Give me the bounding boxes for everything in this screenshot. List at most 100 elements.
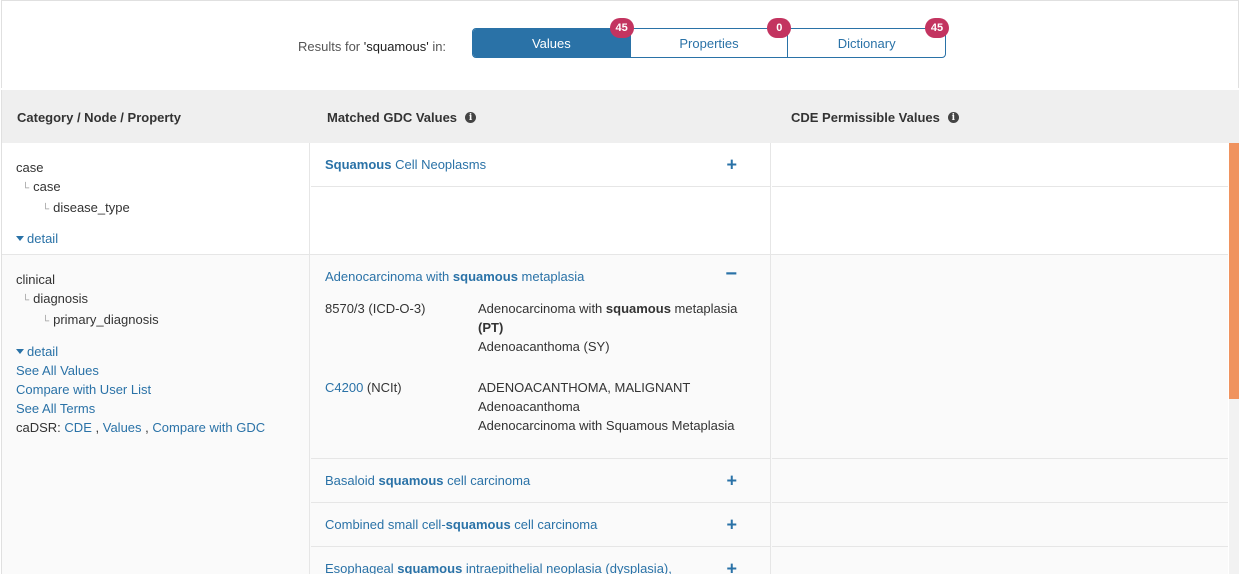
category-cell: clinical └ diagnosis └ primary_diagnosis d… <box>2 255 310 574</box>
separator: , <box>145 420 149 435</box>
match-highlight: squamous <box>378 473 444 488</box>
collapse-icon[interactable]: − <box>725 263 737 286</box>
results-header: Results for 'squamous' in: Values 45 Pro… <box>1 0 1239 88</box>
cadsr-label: caDSR: <box>16 420 61 435</box>
matched-value-text: Esophageal squamous intraepithelial neop… <box>325 561 672 574</box>
match-highlight: Squamous <box>325 157 392 172</box>
column-header-matched-values-label: Matched GDC Values <box>327 110 458 125</box>
cadsr-links: caDSR: CDE , Values , Compare with GDC <box>16 418 295 437</box>
category-name: case <box>16 160 44 175</box>
tab-dictionary[interactable]: Dictionary 45 <box>788 18 950 57</box>
synonym-terms: ADENOACANTHOMA, MALIGNANT Adenoacanthoma… <box>478 378 758 435</box>
table-row: case └ case └ disease_type detail Squamous… <box>2 143 1228 255</box>
matched-values-cell: Squamous Cell Neoplasms + <box>311 143 771 254</box>
category-name: clinical <box>16 272 56 287</box>
matched-value-text: Squamous Cell Neoplasms <box>325 157 486 172</box>
category-cell: case └ case └ disease_type detail <box>2 143 310 254</box>
matched-value-item[interactable]: Esophageal squamous intraepithelial neop… <box>311 547 770 574</box>
synonym-code: 8570/3 (ICD-O-3) <box>325 301 426 316</box>
property-label: primary_diagnosis <box>53 312 159 327</box>
tab-dictionary-label: Dictionary <box>837 35 896 51</box>
compare-gdc-link[interactable]: Compare with GDC <box>152 420 265 435</box>
matched-value-text[interactable]: Adenocarcinoma with squamous metaplasia <box>325 269 584 284</box>
term-post: metaplasia <box>670 301 738 316</box>
match-pre: Combined small cell- <box>325 517 446 532</box>
tab-properties[interactable]: Properties 0 <box>631 18 792 57</box>
synonym-code: C4200 (NCIt) <box>325 378 402 397</box>
match-post: intraepithelial neoplasia (dysplasia), <box>462 561 672 574</box>
values-link[interactable]: Values <box>103 420 142 435</box>
tab-values[interactable]: Values 45 <box>473 18 634 57</box>
match-pre: Adenocarcinoma with <box>325 269 453 284</box>
see-all-terms-link[interactable]: See All Terms <box>16 399 295 418</box>
results-table: Category / Node / Property Matched GDC V… <box>1 90 1239 574</box>
synonym-term: Adenocarcinoma with Squamous Metaplasia <box>478 418 735 433</box>
matched-value-item[interactable]: Combined small cell-squamous cell carcin… <box>311 503 770 547</box>
ncit-code-link[interactable]: C4200 <box>325 380 363 395</box>
property-label: disease_type <box>53 200 130 215</box>
column-header-cde-values-label: CDE Permissible Values <box>791 110 940 125</box>
expand-icon[interactable]: + <box>726 558 737 574</box>
compare-user-list-link[interactable]: Compare with User List <box>16 380 295 399</box>
matched-value-item[interactable]: Squamous Cell Neoplasms + <box>311 143 770 187</box>
expand-icon[interactable]: + <box>726 154 737 175</box>
results-suffix: in: <box>428 39 447 54</box>
node-name: └ diagnosis <box>22 291 89 306</box>
match-pre: Esophageal <box>325 561 398 574</box>
results-prefix: Results for <box>298 39 364 54</box>
separator: , <box>95 420 100 435</box>
scrollbar[interactable] <box>1229 143 1239 574</box>
match-highlight: squamous <box>397 561 463 574</box>
detail-label: detail <box>27 231 59 246</box>
tab-dictionary-count-badge: 45 <box>925 18 950 38</box>
expand-icon[interactable]: + <box>726 470 737 491</box>
column-header-cde-values: CDE Permissible Values i <box>791 110 959 125</box>
node-label: case <box>33 179 61 194</box>
matched-value-text: Basaloid squamous cell carcinoma <box>325 473 530 488</box>
tab-values-label: Values <box>531 35 571 51</box>
synonym-term: Adenocarcinoma with squamous metaplasia <box>478 299 758 318</box>
code-source: (NCIt) <box>363 380 402 395</box>
info-icon[interactable]: i <box>465 112 477 123</box>
node-label: diagnosis <box>33 291 89 306</box>
matched-value-expanded: Adenocarcinoma with squamous metaplasia … <box>311 255 770 459</box>
synonym-term: ADENOACANTHOMA, MALIGNANT <box>478 380 691 395</box>
match-post: metaplasia <box>517 269 585 284</box>
table-row: clinical └ diagnosis └ primary_diagnosis d… <box>2 255 1228 574</box>
matched-values-cell: Adenocarcinoma with squamous metaplasia … <box>311 255 771 574</box>
detail-label: detail <box>27 344 59 359</box>
property-name: └ disease_type <box>42 200 130 215</box>
property-name: └ primary_diagnosis <box>42 312 159 327</box>
expand-icon[interactable]: + <box>726 514 737 535</box>
cde-values-cell <box>772 143 1228 254</box>
matched-value-text: Combined small cell-squamous cell carcin… <box>325 517 597 532</box>
column-header-category: Category / Node / Property <box>17 110 181 125</box>
matched-value-item[interactable]: Basaloid squamous cell carcinoma + <box>311 459 770 503</box>
term-type-tag: (PT) <box>478 320 504 335</box>
detail-toggle[interactable]: detail <box>16 229 295 248</box>
term-pre: Adenocarcinoma with <box>478 301 606 316</box>
cde-value-item <box>772 503 1228 547</box>
cde-link[interactable]: CDE <box>64 420 91 435</box>
column-header-category-label: Category / Node / Property <box>17 110 181 125</box>
info-icon[interactable]: i <box>947 112 959 123</box>
match-highlight: squamous <box>452 269 518 284</box>
match-post: cell carcinoma <box>443 473 531 488</box>
column-header-matched-values: Matched GDC Values i <box>327 110 477 125</box>
synonym-term: Adenoacanthoma <box>478 399 580 414</box>
match-highlight: squamous <box>445 517 511 532</box>
cde-value-item <box>772 143 1228 187</box>
node-name: └ case <box>22 179 61 194</box>
search-term: 'squamous' <box>363 39 429 54</box>
see-all-values-link[interactable]: See All Values <box>16 361 295 380</box>
match-post: Cell Neoplasms <box>391 157 487 172</box>
caret-down-icon <box>16 349 24 355</box>
cde-value-item <box>772 459 1228 503</box>
match-post: cell carcinoma <box>510 517 598 532</box>
detail-toggle[interactable]: detail <box>16 342 295 361</box>
term-highlight: squamous <box>605 301 671 316</box>
synonym-terms: Adenocarcinoma with squamous metaplasia … <box>478 299 758 356</box>
scrollbar-thumb[interactable] <box>1229 143 1239 399</box>
synonym-term: Adenoacanthoma (SY) <box>478 339 610 354</box>
cde-value-item <box>772 255 1228 459</box>
